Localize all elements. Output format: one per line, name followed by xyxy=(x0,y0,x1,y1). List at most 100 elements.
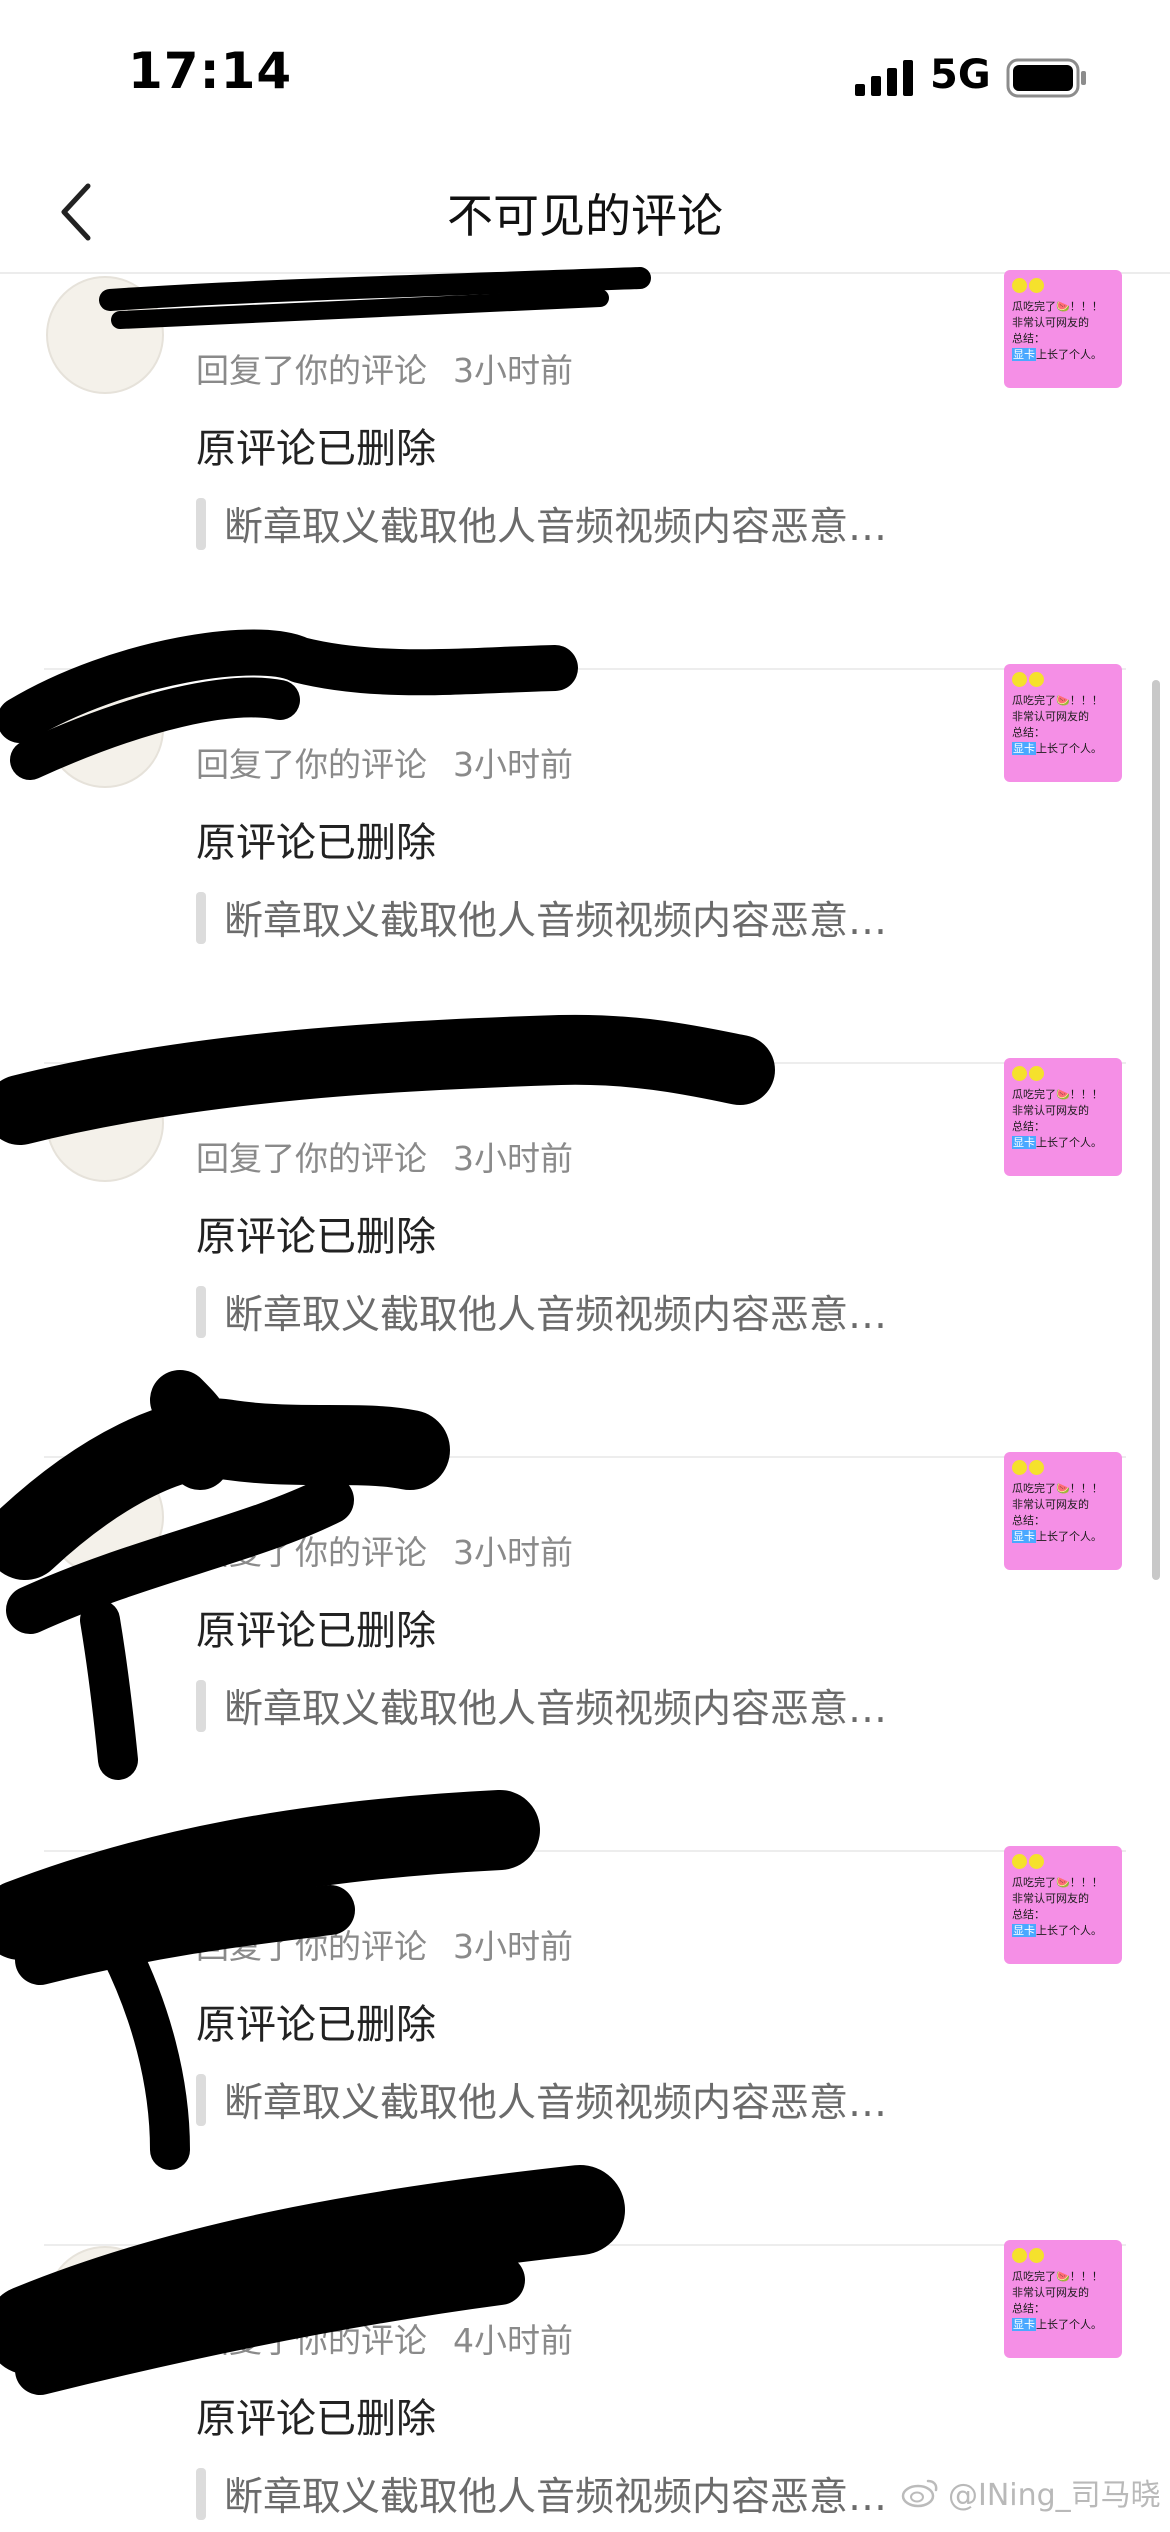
quote-bar xyxy=(196,1286,206,1338)
quote-bar xyxy=(196,498,206,550)
thumbnail-line: 显卡上长了个人。 xyxy=(1012,741,1114,757)
avatar[interactable] xyxy=(46,1852,164,1970)
post-thumbnail[interactable]: 瓜吃完了🍉！！！ 非常认可网友的 总结： 显卡上长了个人。 xyxy=(1004,1452,1122,1570)
thumbnail-line-text: 上长了个人。 xyxy=(1036,742,1102,755)
battery-icon xyxy=(1006,58,1086,98)
post-thumbnail[interactable]: 瓜吃完了🍉！！！ 非常认可网友的 总结： 显卡上长了个人。 xyxy=(1004,2240,1122,2358)
quote-bar xyxy=(196,2468,206,2520)
quote-text: 断章取义截取他人音频视频内容恶意… xyxy=(224,2081,888,2126)
quote-text: 断章取义截取他人音频视频内容恶意… xyxy=(224,1293,888,1338)
thumbnail-line: 瓜吃完了🍉！！！ xyxy=(1012,2270,1103,2283)
thumbnail-line: 瓜吃完了🍉！！！ xyxy=(1012,1482,1103,1495)
comment-meta: 回复了你的评论 3小时前 xyxy=(196,738,573,786)
quoted-comment[interactable]: 断章取义截取他人音频视频内容恶意… xyxy=(196,888,887,948)
thumbnail-line: 瓜吃完了🍉！！！ xyxy=(1012,694,1103,707)
thumbnail-line: 总结： xyxy=(1012,332,1045,345)
watermark: @INing_司马晓 xyxy=(900,2470,1161,2514)
comment-body: 原评论已删除 xyxy=(196,820,436,866)
thumbnail-line: 瓜吃完了🍉！！！ xyxy=(1012,1876,1103,1889)
quoted-comment[interactable]: 断章取义截取他人音频视频内容恶意… xyxy=(196,494,887,554)
comment-item[interactable]: 回复了你的评论 3小时前 原评论已删除 断章取义截取他人音频视频内容恶意… 瓜吃完… xyxy=(0,270,1170,670)
avatar[interactable] xyxy=(46,1458,164,1576)
thumbnail-dots xyxy=(1012,1460,1114,1475)
timestamp: 3小时前 xyxy=(453,1927,573,1966)
thumbnail-line: 瓜吃完了🍉！！！ xyxy=(1012,1088,1103,1101)
thumbnail-line: 显卡上长了个人。 xyxy=(1012,1529,1114,1545)
thumbnail-line: 非常认可网友的 xyxy=(1012,2286,1089,2299)
status-bar: 17:14 5G xyxy=(0,0,1170,150)
action-text: 回复了你的评论 xyxy=(196,351,427,390)
action-text: 回复了你的评论 xyxy=(196,1139,427,1178)
timestamp: 3小时前 xyxy=(453,745,573,784)
thumbnail-dots xyxy=(1012,1066,1114,1081)
thumbnail-line: 瓜吃完了🍉！！！ xyxy=(1012,300,1103,313)
comment-item[interactable]: 回复了你的评论 3小时前 原评论已删除 断章取义截取他人音频视频内容恶意… 瓜吃完… xyxy=(0,1058,1170,1458)
quoted-comment[interactable]: 断章取义截取他人音频视频内容恶意… xyxy=(196,2464,887,2524)
thumbnail-dots xyxy=(1012,672,1114,687)
thumbnail-line: 非常认可网友的 xyxy=(1012,1104,1089,1117)
thumbnail-line: 显卡上长了个人。 xyxy=(1012,1135,1114,1151)
action-text: 回复了你的评论 xyxy=(196,1927,427,1966)
network-label: 5G xyxy=(930,52,991,98)
thumbnail-dots xyxy=(1012,278,1114,293)
thumbnail-highlight: 显卡 xyxy=(1012,1136,1036,1149)
quote-text: 断章取义截取他人音频视频内容恶意… xyxy=(224,2475,888,2520)
quote-text: 断章取义截取他人音频视频内容恶意… xyxy=(224,1687,888,1732)
quoted-comment[interactable]: 断章取义截取他人音频视频内容恶意… xyxy=(196,1676,887,1736)
quote-bar xyxy=(196,2074,206,2126)
thumbnail-highlight: 显卡 xyxy=(1012,2318,1036,2331)
thumbnail-line: 总结： xyxy=(1012,726,1045,739)
avatar[interactable] xyxy=(46,670,164,788)
comment-meta: 回复了你的评论 3小时前 xyxy=(196,1920,573,1968)
post-thumbnail[interactable]: 瓜吃完了🍉！！！ 非常认可网友的 总结： 显卡上长了个人。 xyxy=(1004,664,1122,782)
thumbnail-line: 总结： xyxy=(1012,1120,1045,1133)
comment-item[interactable]: 回复了你的评论 3小时前 原评论已删除 断章取义截取他人音频视频内容恶意… 瓜吃完… xyxy=(0,1452,1170,1852)
thumbnail-line-text: 上长了个人。 xyxy=(1036,1924,1102,1937)
comment-body: 原评论已删除 xyxy=(196,2396,436,2442)
timestamp: 3小时前 xyxy=(453,351,573,390)
comment-body: 原评论已删除 xyxy=(196,1214,436,1260)
quote-bar xyxy=(196,1680,206,1732)
comment-body: 原评论已删除 xyxy=(196,426,436,472)
post-thumbnail[interactable]: 瓜吃完了🍉！！！ 非常认可网友的 总结： 显卡上长了个人。 xyxy=(1004,1058,1122,1176)
avatar[interactable] xyxy=(46,276,164,394)
thumbnail-line: 显卡上长了个人。 xyxy=(1012,1923,1114,1939)
thumbnail-line: 显卡上长了个人。 xyxy=(1012,347,1114,363)
thumbnail-line-text: 上长了个人。 xyxy=(1036,1530,1102,1543)
thumbnail-line: 总结： xyxy=(1012,1908,1045,1921)
thumbnail-line: 显卡上长了个人。 xyxy=(1012,2317,1114,2333)
comment-meta: 回复了你的评论 4小时前 xyxy=(196,2314,573,2362)
nav-bar: 不可见的评论 xyxy=(0,150,1170,274)
comment-meta: 回复了你的评论 3小时前 xyxy=(196,1526,573,1574)
post-thumbnail[interactable]: 瓜吃完了🍉！！！ 非常认可网友的 总结： 显卡上长了个人。 xyxy=(1004,1846,1122,1964)
signal-icon xyxy=(855,60,913,96)
thumbnail-line: 非常认可网友的 xyxy=(1012,710,1089,723)
comment-meta: 回复了你的评论 3小时前 xyxy=(196,1132,573,1180)
thumbnail-highlight: 显卡 xyxy=(1012,1924,1036,1937)
thumbnail-line: 非常认可网友的 xyxy=(1012,316,1089,329)
scrollbar[interactable] xyxy=(1152,680,1160,1580)
action-text: 回复了你的评论 xyxy=(196,1533,427,1572)
comment-body: 原评论已删除 xyxy=(196,1608,436,1654)
action-text: 回复了你的评论 xyxy=(196,2321,427,2360)
thumbnail-line-text: 上长了个人。 xyxy=(1036,2318,1102,2331)
thumbnail-dots xyxy=(1012,2248,1114,2263)
comment-item[interactable]: 回复了你的评论 3小时前 原评论已删除 断章取义截取他人音频视频内容恶意… 瓜吃完… xyxy=(0,1846,1170,2246)
thumbnail-highlight: 显卡 xyxy=(1012,1530,1036,1543)
thumbnail-line: 非常认可网友的 xyxy=(1012,1892,1089,1905)
quote-text: 断章取义截取他人音频视频内容恶意… xyxy=(224,505,888,550)
page-title: 不可见的评论 xyxy=(447,189,723,243)
thumbnail-line: 总结： xyxy=(1012,1514,1045,1527)
timestamp: 3小时前 xyxy=(453,1139,573,1178)
post-thumbnail[interactable]: 瓜吃完了🍉！！！ 非常认可网友的 总结： 显卡上长了个人。 xyxy=(1004,270,1122,388)
weibo-icon xyxy=(901,2479,938,2508)
avatar[interactable] xyxy=(46,1064,164,1182)
thumbnail-line: 非常认可网友的 xyxy=(1012,1498,1089,1511)
timestamp: 4小时前 xyxy=(453,2321,573,2360)
quoted-comment[interactable]: 断章取义截取他人音频视频内容恶意… xyxy=(196,2070,887,2130)
comment-item[interactable]: 回复了你的评论 3小时前 原评论已删除 断章取义截取他人音频视频内容恶意… 瓜吃完… xyxy=(0,664,1170,1064)
thumbnail-line: 总结： xyxy=(1012,2302,1045,2315)
quoted-comment[interactable]: 断章取义截取他人音频视频内容恶意… xyxy=(196,1282,887,1342)
avatar[interactable] xyxy=(46,2246,164,2364)
action-text: 回复了你的评论 xyxy=(196,745,427,784)
